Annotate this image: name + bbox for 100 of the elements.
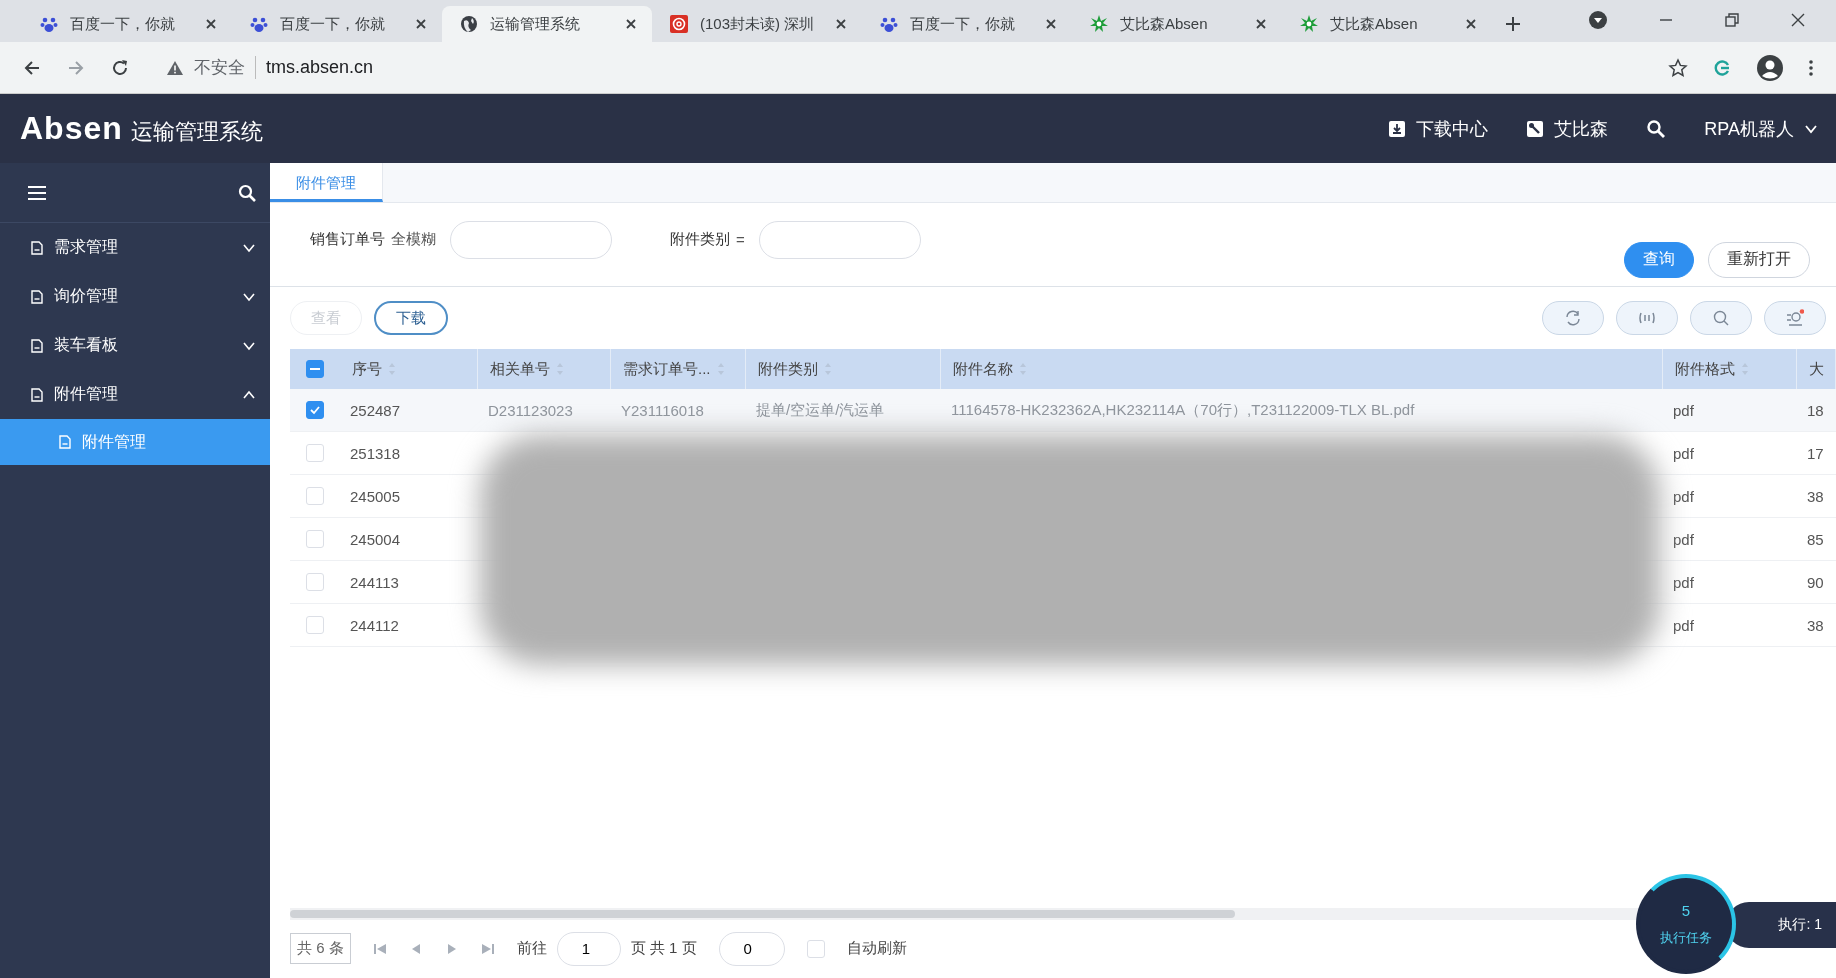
tab-title: 百度一下，你就 (910, 14, 1016, 34)
filter-field[interactable] (450, 220, 612, 259)
plus-icon[interactable] (1504, 15, 1522, 33)
toolbar-button[interactable]: 下载 (374, 301, 448, 336)
column-header[interactable]: 序号 (352, 359, 382, 379)
filter-operator: = (736, 231, 745, 249)
paw-icon (880, 15, 898, 33)
star-icon[interactable] (1668, 57, 1688, 78)
paw-icon (250, 15, 268, 33)
avatar-icon[interactable] (1756, 53, 1784, 82)
tab-title: 运输管理系统 (490, 14, 581, 34)
filter-label: 销售订单号 (310, 230, 385, 250)
header-link[interactable]: 艾比森 (1526, 116, 1609, 141)
browser-tab[interactable]: (103封未读) 深圳 (652, 6, 862, 42)
close-icon[interactable] (834, 17, 848, 31)
filter-label: 附件类别 (670, 230, 730, 250)
flower-icon (1090, 15, 1108, 33)
sync-icon[interactable] (1712, 57, 1732, 78)
task-dial[interactable]: 5 执行任务 (1636, 874, 1736, 974)
row-checkbox[interactable] (306, 401, 324, 420)
icon-button[interactable] (1690, 301, 1752, 336)
icon-button[interactable] (1616, 301, 1678, 336)
tab-title: 艾比森Absen (1330, 14, 1419, 34)
column-header[interactable]: 大 (1809, 359, 1824, 379)
tab-title: 百度一下，你就 (70, 14, 176, 34)
table-cell: 18 (1807, 401, 1824, 419)
scrollbar-thumb[interactable] (290, 910, 1235, 918)
warning-icon (166, 59, 184, 76)
download-icon (1388, 119, 1407, 138)
close-icon[interactable] (1044, 17, 1058, 31)
table-cell: 90 (1807, 573, 1824, 591)
header-link[interactable]: 下载中心 (1388, 116, 1489, 141)
restore-icon[interactable] (1724, 12, 1740, 28)
close-icon[interactable] (1254, 17, 1268, 31)
browser-tab[interactable]: 百度一下，你就 (232, 6, 442, 42)
table-cell: 38 (1807, 487, 1824, 505)
browser-tab[interactable]: 百度一下，你就 (22, 6, 232, 42)
page-tab[interactable]: 附件管理 (270, 163, 383, 202)
search-icon[interactable] (1646, 118, 1667, 139)
column-header[interactable]: 需求订单号... (623, 359, 711, 379)
reload-icon[interactable] (110, 57, 130, 78)
icon-button[interactable] (1542, 301, 1604, 336)
table-cell: 251318 (350, 444, 401, 462)
table-cell: pdf (1673, 616, 1694, 634)
table-cell: 提单/空运单/汽运单 (756, 400, 885, 420)
browser-tab[interactable]: 百度一下，你就 (862, 6, 1072, 42)
close-icon[interactable] (1464, 17, 1478, 31)
search-icon (1712, 309, 1730, 328)
first-page-icon[interactable] (372, 942, 387, 956)
browser-tab[interactable]: 艾比森Absen (1282, 6, 1492, 42)
column-header[interactable]: 相关单号 (490, 359, 550, 379)
column-header[interactable]: 附件格式 (1675, 359, 1735, 379)
filter-search-icon (1786, 309, 1804, 328)
tab-title: 艾比森Absen (1120, 14, 1209, 34)
table-cell: 11164578-HK232362A,HK232114A（70行）,T231122009-TLX BL.pdf (951, 400, 1415, 420)
sidebar-item[interactable]: 需求管理 (0, 223, 270, 272)
close-icon[interactable] (624, 17, 638, 31)
select-all-checkbox[interactable] (306, 360, 324, 379)
column-header[interactable]: 附件类别 (758, 359, 818, 379)
table-cell: Y231116018 (621, 401, 704, 419)
app-title: 运输管理系统 (130, 118, 263, 146)
reset-button[interactable]: 重新打开 (1708, 241, 1810, 278)
close-icon[interactable] (204, 17, 218, 31)
security-label: 不安全 (194, 56, 256, 79)
tab-title: 百度一下，你就 (280, 14, 386, 34)
icon-button[interactable] (1764, 301, 1826, 336)
more-icon[interactable] (1808, 58, 1814, 77)
document-icon (30, 338, 44, 353)
user-menu[interactable]: RPA机器人 (1704, 116, 1818, 141)
auto-refresh-checkbox[interactable] (806, 940, 825, 958)
sidebar-item[interactable]: 装车看板 (0, 321, 270, 370)
close-icon[interactable] (1790, 12, 1806, 28)
table-cell: D231123023 (488, 401, 573, 419)
last-page-icon[interactable] (480, 942, 495, 956)
column-header[interactable]: 附件名称 (953, 359, 1013, 379)
dropdown-icon[interactable] (1588, 10, 1608, 30)
browser-tab[interactable]: 运输管理系统 (442, 6, 652, 42)
search-icon[interactable] (238, 183, 256, 202)
table-cell: 245005 (350, 487, 401, 505)
table-cell: 244112 (350, 616, 399, 634)
menu-icon[interactable] (28, 184, 46, 201)
sidebar-item[interactable]: 询价管理 (0, 272, 270, 321)
goto-label: 前往 (516, 939, 547, 959)
filter-field[interactable] (758, 220, 921, 259)
table-cell: pdf (1673, 401, 1694, 419)
page-field[interactable]: 1 (556, 932, 621, 966)
table-cell: 252487 (350, 401, 401, 419)
wrench-icon (1526, 119, 1545, 138)
refresh-field[interactable]: 0 (718, 932, 785, 966)
sidebar-item[interactable]: 附件管理 (0, 370, 270, 419)
globe-icon (460, 15, 478, 33)
table-cell: 17 (1807, 444, 1824, 462)
checkmark-icon (309, 404, 321, 417)
paw-icon (40, 15, 58, 33)
task-count: 5 (1681, 901, 1691, 919)
close-icon[interactable] (414, 17, 428, 31)
flower-icon (1300, 15, 1318, 33)
document-icon (30, 387, 44, 402)
url-text: tms.absen.cn (266, 57, 374, 78)
browser-tab[interactable]: 艾比森Absen (1072, 6, 1282, 42)
